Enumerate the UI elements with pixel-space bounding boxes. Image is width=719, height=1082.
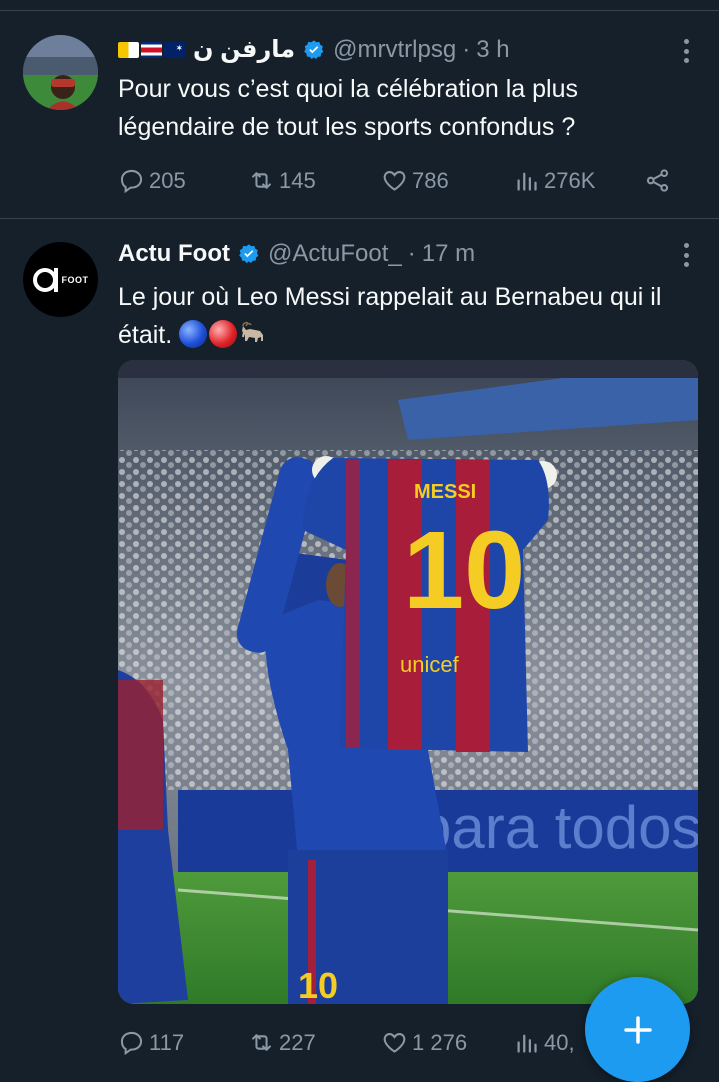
goat-icon [242, 321, 264, 342]
avatar[interactable] [23, 35, 98, 110]
actufoot-logo-icon [32, 267, 58, 292]
retweet-count: 227 [279, 1029, 316, 1055]
handle[interactable]: @ActuFoot_ [268, 240, 402, 268]
view-count: 40, [544, 1029, 575, 1055]
red-circle-icon [209, 320, 238, 348]
heart-icon [383, 171, 406, 191]
avatar[interactable]: FOOT [23, 242, 98, 317]
heart-icon [383, 1033, 406, 1053]
display-name[interactable]: مارفن ن [193, 35, 295, 64]
views-button[interactable]: 276K [513, 167, 595, 194]
retweet-icon [252, 1034, 271, 1051]
tweet-header: مارفن ن @mrvtrlpsg · 3 h [118, 35, 510, 64]
separator: · [407, 240, 416, 267]
retweet-button[interactable]: 145 [248, 167, 316, 194]
tweet-header: Actu Foot @ActuFoot_ · 17 m [118, 240, 475, 268]
handle[interactable]: @mrvtrlpsg [333, 36, 456, 64]
views-icon [517, 1034, 537, 1053]
like-count: 1 276 [412, 1029, 468, 1055]
timestamp[interactable]: 3 h [476, 36, 509, 64]
avatar-logo-text: FOOT [61, 274, 89, 285]
view-count: 276K [544, 167, 596, 193]
shorts-number: 10 [298, 965, 338, 1004]
shirt-number: 10 [403, 509, 525, 632]
separator: · [462, 35, 471, 63]
display-name[interactable]: Actu Foot [118, 240, 230, 268]
reply-button[interactable]: 205 [118, 167, 186, 194]
reply-count: 117 [149, 1029, 185, 1055]
tweet-actions: 205 145 786 276K [118, 167, 678, 197]
like-count: 786 [412, 167, 449, 193]
tweet[interactable]: مارفن ن @mrvtrlpsg · 3 h Pour vous c’est… [0, 11, 719, 219]
costa-rica-flag-icon [141, 41, 162, 58]
avatar-photo [23, 35, 98, 110]
messi-celebration-photo: para todos 10 MESSI 10 unicef [118, 360, 698, 1004]
retweet-count: 145 [279, 167, 316, 193]
timestamp[interactable]: 17 m [422, 240, 475, 268]
vatican-flag-icon [118, 41, 139, 58]
share-button[interactable] [644, 167, 671, 194]
verified-badge-icon[interactable] [238, 243, 260, 265]
like-button[interactable]: 786 [381, 167, 449, 194]
compose-button[interactable] [585, 977, 690, 1082]
retweet-icon [252, 172, 271, 189]
shirt-sponsor: unicef [400, 652, 460, 677]
shirt-name: MESSI [414, 481, 476, 503]
tweet-text: Pour vous c’est quoi la célébration la p… [118, 75, 578, 141]
more-options-icon[interactable] [683, 243, 689, 267]
australia-flag-icon [164, 41, 185, 58]
views-button[interactable]: 40, [513, 1029, 575, 1056]
reply-icon [120, 169, 143, 194]
retweet-button[interactable]: 227 [248, 1029, 316, 1056]
blue-circle-icon [179, 320, 208, 348]
plus-icon [623, 1015, 652, 1044]
tweet-text: Le jour où Leo Messi rappelait au Bernab… [118, 278, 698, 354]
tweet-image[interactable]: para todos 10 MESSI 10 unicef [118, 360, 698, 1004]
board-text: para todos [418, 794, 698, 861]
reply-button[interactable]: 117 [118, 1029, 184, 1056]
more-options-icon[interactable] [683, 39, 689, 63]
flag-emojis [118, 41, 185, 58]
reply-icon [120, 1031, 143, 1056]
views-icon [517, 172, 537, 191]
like-button[interactable]: 1 276 [381, 1029, 467, 1056]
verified-badge-icon[interactable] [303, 39, 325, 61]
tweet[interactable]: FOOT Actu Foot @ActuFoot_ · 17 m Le jour… [0, 220, 719, 1067]
share-icon [646, 169, 669, 192]
reply-count: 205 [149, 167, 186, 193]
